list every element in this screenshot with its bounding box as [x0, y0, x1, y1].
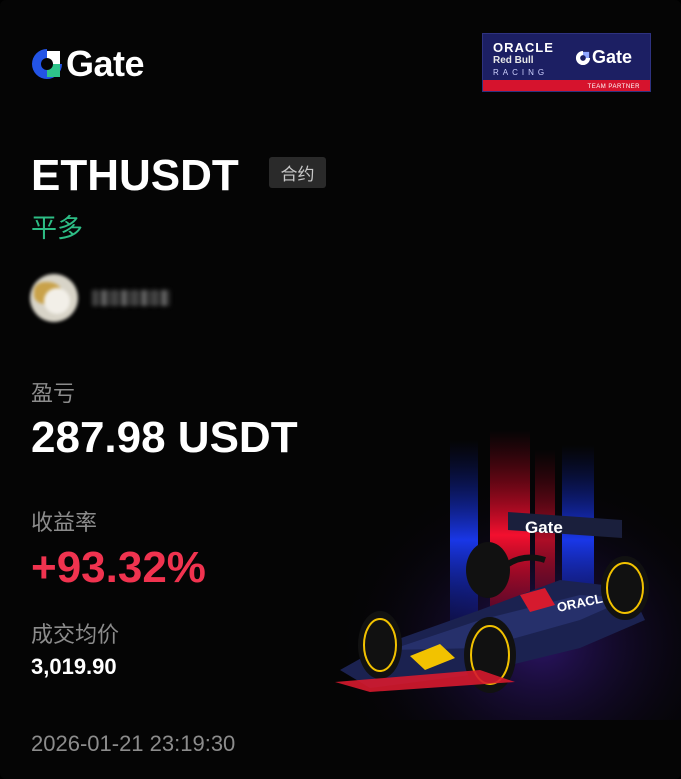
pnl-value: 287.98 USDT [31, 413, 298, 462]
contract-tag: 合约 [269, 157, 326, 188]
brand-name: Gate [66, 43, 145, 84]
nickname-blurred [92, 290, 170, 306]
oracle-label: ORACLE [493, 40, 554, 55]
partner-gate-logo: Gate [575, 47, 632, 68]
timestamp: 2026-01-21 23:19:30 [31, 731, 236, 756]
car-wing-text: Gate [525, 518, 563, 537]
partner-gate-text: Gate [592, 47, 633, 67]
pnl-label: 盈亏 [31, 381, 76, 406]
symbol: ETHUSDT [31, 151, 239, 200]
share-card: Gate ORACLE Red Bull RACING Gate TEAM PA… [0, 0, 681, 779]
gate-logo: Gate [30, 43, 145, 84]
racing-label: RACING [493, 68, 549, 77]
roi-label: 收益率 [31, 510, 98, 535]
avg-price-label: 成交均价 [31, 622, 120, 647]
redbull-label: Red Bull [493, 55, 534, 66]
roi-value: +93.32% [31, 543, 206, 592]
gate-logo-icon [32, 49, 62, 79]
avatar-shape-2 [44, 288, 70, 314]
position-side: 平多 [31, 213, 84, 243]
avg-price-value: 3,019.90 [31, 654, 117, 679]
team-partner-label: TEAM PARTNER [587, 84, 640, 90]
gate-logo-icon [575, 50, 591, 65]
team-partner-badge: ORACLE Red Bull RACING Gate TEAM PARTNER [482, 33, 651, 92]
avatar [30, 274, 78, 322]
f1-car-illustration: Gate ORACLE [330, 420, 681, 720]
